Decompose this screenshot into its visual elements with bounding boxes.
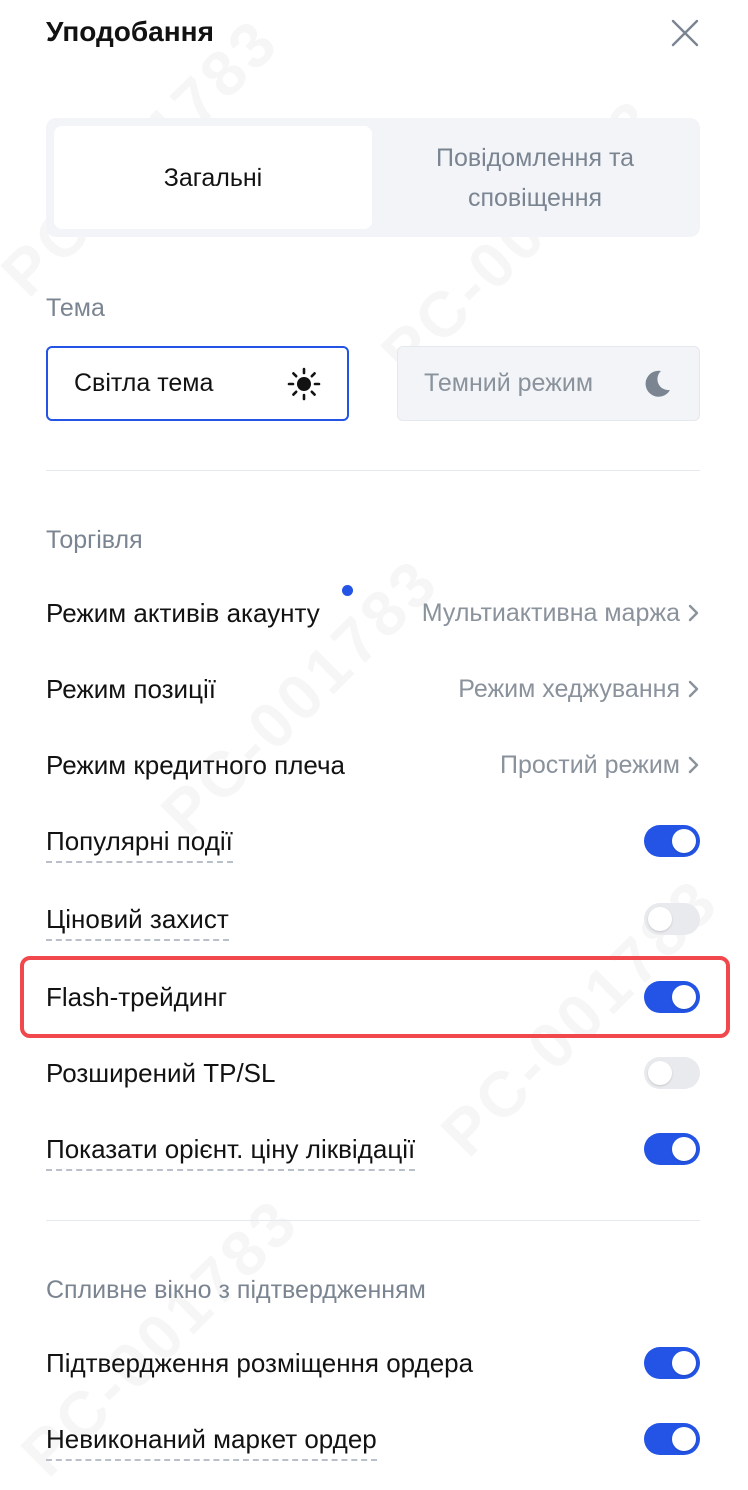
theme-option-dark[interactable]: Темний режим — [397, 346, 700, 421]
tab-general[interactable]: Загальні — [54, 126, 372, 229]
setting-row-position-mode: Режим позиції Режим хеджування — [46, 664, 700, 714]
flash-trading-toggle[interactable] — [644, 981, 700, 1013]
chevron-right-icon — [680, 679, 700, 699]
chevron-right-icon — [680, 755, 700, 775]
setting-label: Режим кредитного плеча — [46, 749, 345, 780]
order-confirm-toggle[interactable] — [644, 1347, 700, 1379]
toggle-row-advanced-tpsl: Розширений TP/SL — [46, 1048, 700, 1098]
unfilled-market-order-toggle[interactable] — [644, 1423, 700, 1455]
toggle-row-flash-trading: Flash-трейдинг — [46, 972, 700, 1022]
theme-option-label: Світла тема — [74, 369, 214, 397]
setting-value: Мультиактивна маржа — [421, 598, 680, 627]
theme-section-label: Тема — [46, 294, 105, 322]
moon-icon — [641, 368, 673, 400]
advanced-tpsl-toggle[interactable] — [644, 1057, 700, 1089]
setting-label: Невиконаний маркет ордер — [46, 1424, 377, 1461]
toggle-row-price-protection: Ціновий захист — [46, 894, 700, 944]
setting-value: Режим хеджування — [458, 674, 680, 703]
setting-label: Ціновий захист — [46, 904, 229, 941]
sun-icon — [287, 367, 321, 401]
theme-option-label: Темний режим — [424, 369, 594, 397]
toggle-row-liquidation-price: Показати орієнт. ціну ліквідації — [46, 1124, 700, 1174]
setting-row-leverage-mode: Режим кредитного плеча Простий режим — [46, 740, 700, 790]
confirm-section-label: Спливне вікно з підтвердженням — [46, 1276, 426, 1304]
account-mode-select[interactable]: Мультиактивна маржа — [422, 599, 700, 628]
page-title: Уподобання — [46, 16, 214, 47]
tab-notifications[interactable]: Повідомлення та сповіщення — [378, 126, 692, 229]
liquidation-price-toggle[interactable] — [644, 1133, 700, 1165]
leverage-mode-select[interactable]: Простий режим — [500, 751, 700, 780]
setting-label: Розширений TP/SL — [46, 1057, 276, 1088]
chevron-right-icon — [680, 603, 700, 623]
toggle-row-popular-events: Популярні події — [46, 816, 700, 866]
setting-label: Режим позиції — [46, 673, 216, 704]
close-button[interactable] — [668, 16, 702, 50]
toggle-row-unfilled-market-order: Невиконаний маркет ордер — [46, 1414, 700, 1464]
setting-row-account-mode: Режим активів акаунту Мультиактивна марж… — [46, 588, 700, 638]
trading-section-label: Торгівля — [46, 526, 143, 554]
setting-label: Підтвердження розміщення ордера — [46, 1347, 474, 1378]
popular-events-toggle[interactable] — [644, 825, 700, 857]
setting-label: Показати орієнт. ціну ліквідації — [46, 1134, 416, 1171]
position-mode-select[interactable]: Режим хеджування — [458, 675, 700, 704]
divider — [46, 1220, 700, 1221]
setting-value: Простий режим — [499, 750, 680, 779]
settings-tabs: Загальні Повідомлення та сповіщення — [46, 118, 700, 237]
setting-label: Режим активів акаунту — [46, 597, 320, 628]
setting-label: Популярні події — [46, 826, 233, 863]
price-protection-toggle[interactable] — [644, 903, 700, 935]
close-icon — [671, 19, 699, 47]
header: Уподобання — [46, 14, 702, 54]
setting-label: Flash-трейдинг — [46, 981, 228, 1012]
theme-option-light[interactable]: Світла тема — [46, 346, 349, 421]
divider — [46, 470, 700, 471]
toggle-row-order-confirm: Підтвердження розміщення ордера — [46, 1338, 700, 1388]
